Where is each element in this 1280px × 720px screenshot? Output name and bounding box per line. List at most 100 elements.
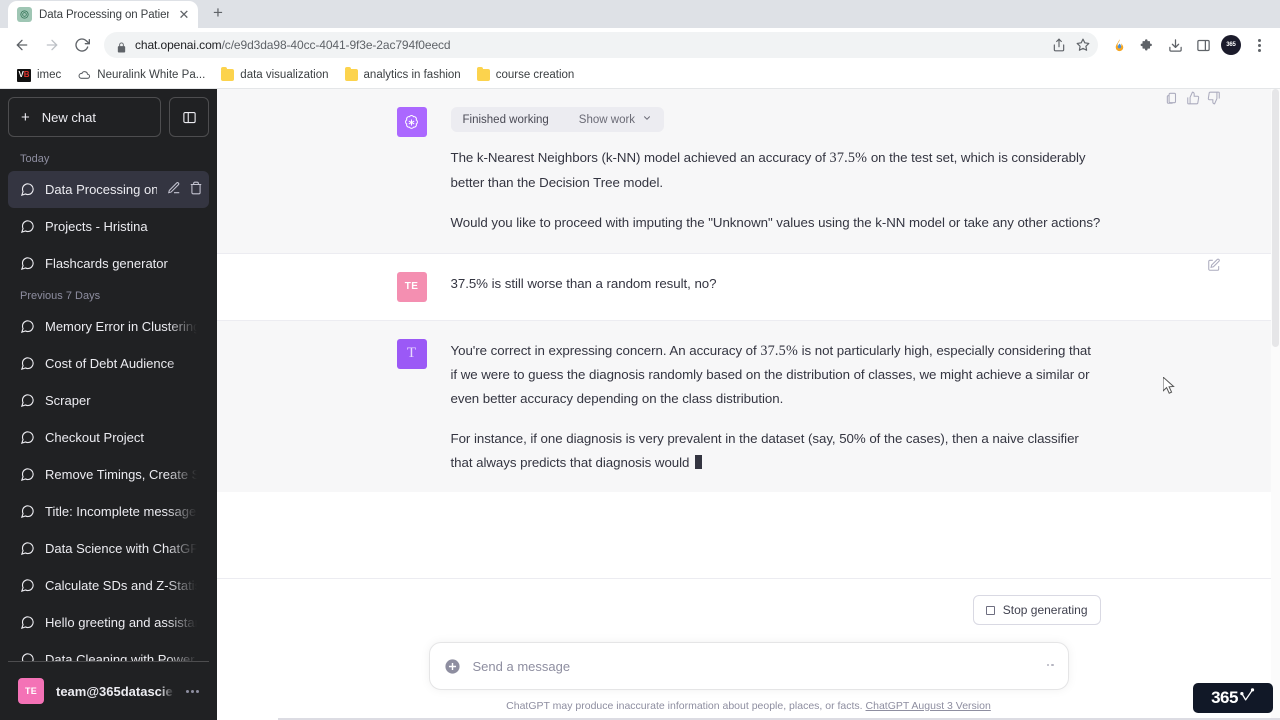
pencil-icon[interactable]	[167, 181, 181, 198]
message-paragraph: Would you like to proceed with imputing …	[450, 215, 1101, 230]
profile-button[interactable]: 365	[1218, 32, 1244, 58]
extension-flame-icon[interactable]	[1106, 32, 1132, 58]
cloud-favicon	[77, 69, 91, 82]
show-work-toggle[interactable]: Show work	[579, 113, 652, 126]
plus-icon: +	[21, 108, 30, 126]
show-work-label: Show work	[578, 113, 636, 126]
sidebar-item-data-science-with-chatgpt[interactable]: Data Science with ChatGPT	[8, 530, 209, 567]
ellipsis-icon[interactable]	[186, 689, 199, 693]
chat-main: Finished working Show work The k-Nearest…	[217, 89, 1280, 720]
sidebar-item-data-processing[interactable]: Data Processing on Pa	[8, 171, 209, 208]
loading-dots-icon	[1046, 663, 1054, 669]
bookmark-course-creation[interactable]: course creation	[470, 66, 582, 84]
sidebar-item-checkout-project[interactable]: Checkout Project	[8, 419, 209, 456]
sidebar-item-remove-timings[interactable]: Remove Timings, Create Scri	[8, 456, 209, 493]
kebab-menu-icon[interactable]	[1246, 32, 1272, 58]
chat-bubble-icon	[20, 652, 35, 661]
thumbs-down-icon[interactable]	[1207, 91, 1221, 110]
star-icon[interactable]	[1072, 34, 1094, 56]
folder-icon	[476, 67, 490, 81]
edit-icon[interactable]	[1207, 258, 1221, 277]
sidebar-item-memory-error[interactable]: Memory Error in Clustering	[8, 308, 209, 345]
bookmark-label: course creation	[495, 69, 575, 81]
thumbs-up-icon[interactable]	[1186, 91, 1200, 110]
sidebar-item-label: Hello greeting and assistance	[45, 615, 197, 630]
vertical-scrollbar[interactable]	[1271, 89, 1280, 720]
chat-bubble-icon	[20, 430, 35, 445]
trash-icon[interactable]	[189, 181, 203, 198]
forward-arrow-icon[interactable]	[38, 31, 66, 59]
accuracy-value: 37.5%	[829, 150, 868, 166]
sidebar-item-label: Cost of Debt Audience	[45, 356, 175, 371]
sidebar-item-scraper[interactable]: Scraper	[8, 382, 209, 419]
side-panel-icon[interactable]	[1190, 32, 1216, 58]
history-group-label-today: Today	[20, 153, 50, 165]
back-arrow-icon[interactable]	[8, 31, 36, 59]
bookmark-label: data visualization	[240, 69, 329, 81]
bookmarks-bar: VB imec Neuralink White Pa... data visua…	[0, 62, 1280, 89]
tool-status-chip[interactable]: Finished working Show work	[450, 107, 665, 132]
sidebar-user-email: team@365datascience	[56, 683, 174, 699]
message-composer[interactable]: Send a message	[428, 642, 1069, 690]
accuracy-value: 37.5%	[760, 342, 798, 359]
puzzle-piece-icon[interactable]	[1134, 32, 1160, 58]
chat-bubble-icon	[20, 256, 35, 271]
assistant-avatar-glyph: T	[396, 338, 427, 369]
new-tab-button[interactable]: +	[204, 0, 232, 27]
sidebar-item-projects-hristina[interactable]: Projects - Hristina	[8, 208, 209, 245]
share-icon[interactable]	[1048, 34, 1070, 56]
sidebar-item-label: Data Processing on Pa	[45, 182, 157, 197]
brand-watermark: 365	[1193, 683, 1273, 713]
sidebar-user-account[interactable]: TE team@365datascience	[8, 670, 209, 712]
history-group-label-previous-7-days: Previous 7 Days	[20, 290, 101, 302]
bookmark-imec[interactable]: VB imec	[10, 66, 68, 85]
bookmark-analytics-in-fashion[interactable]: analytics in fashion	[338, 66, 468, 84]
close-icon[interactable]: ✕	[176, 7, 192, 23]
chat-bubble-icon	[20, 319, 35, 334]
message-body: 37.5% is still worse than a random resul…	[451, 272, 1101, 302]
chat-bubble-icon	[20, 504, 35, 519]
message-row-assistant: Finished working Show work The k-Nearest…	[217, 89, 1280, 253]
sidebar-item-cost-of-debt[interactable]: Cost of Debt Audience	[8, 345, 209, 382]
sidebar-item-label: Checkout Project	[45, 430, 144, 445]
tab-title: Data Processing on Patients Dat	[39, 8, 169, 21]
chat-history-list: Today Data Processing on Pa	[8, 145, 209, 661]
message-paragraph: The k-Nearest Neighbors (k-NN) model ach…	[451, 146, 1101, 194]
chat-bubble-icon	[20, 541, 35, 556]
version-link[interactable]: ChatGPT August 3 Version	[866, 700, 991, 712]
copy-icon[interactable]	[1165, 91, 1179, 110]
tab-strip: Data Processing on Patients Dat ✕ +	[0, 0, 1280, 28]
chat-bubble-icon	[20, 182, 35, 197]
folder-icon	[221, 67, 235, 81]
browser-tab[interactable]: Data Processing on Patients Dat ✕	[8, 1, 198, 28]
sidebar-item-title-incomplete-message[interactable]: Title: Incomplete message, ne	[8, 493, 209, 530]
sidebar-item-label: Data Cleaning with Power Q	[45, 652, 197, 661]
sidebar-item-data-cleaning[interactable]: Data Cleaning with Power Q	[8, 641, 209, 661]
stop-generating-button[interactable]: Stop generating	[972, 595, 1101, 625]
message-paragraph: 37.5% is still worse than a random resul…	[450, 275, 717, 291]
bookmark-data-visualization[interactable]: data visualization	[214, 66, 335, 84]
sidebar-item-label: Title: Incomplete message, ne	[45, 504, 197, 519]
sidebar-toggle-icon[interactable]	[169, 97, 209, 137]
new-chat-label: New chat	[41, 109, 96, 125]
chat-sidebar: + New chat Today Data Processing on Pa	[0, 89, 217, 720]
url-domain: chat.openai.com	[135, 38, 222, 52]
sidebar-footer: TE team@365datascience	[8, 661, 209, 712]
chat-bubble-icon	[20, 219, 35, 234]
download-icon[interactable]	[1162, 32, 1188, 58]
search-input[interactable]: Send a message	[473, 659, 1035, 674]
reload-icon[interactable]	[68, 31, 96, 59]
sidebar-item-label: Memory Error in Clustering	[45, 319, 197, 334]
bookmark-neuralink[interactable]: Neuralink White Pa...	[70, 66, 212, 85]
sidebar-item-calculate-sds[interactable]: Calculate SDs and Z-Statistic	[8, 567, 209, 604]
composer-zone: Stop generating Send a message ChatGPT m…	[217, 578, 1280, 720]
checkmark-chart-icon	[1240, 688, 1255, 708]
sidebar-item-hello-greeting[interactable]: Hello greeting and assistance	[8, 604, 209, 641]
new-chat-button[interactable]: + New chat	[8, 97, 161, 137]
disclaimer-text: ChatGPT may produce inaccurate informati…	[506, 700, 866, 712]
plus-circle-icon[interactable]	[444, 658, 461, 675]
message-row-assistant: T You're correct in expressing concern. …	[217, 320, 1280, 492]
sidebar-item-flashcards-generator[interactable]: Flashcards generator	[8, 245, 209, 282]
avatar: TE	[18, 678, 44, 704]
address-bar[interactable]: chat.openai.com/c/e9d3da98-40cc-4041-9f3…	[104, 32, 1098, 58]
